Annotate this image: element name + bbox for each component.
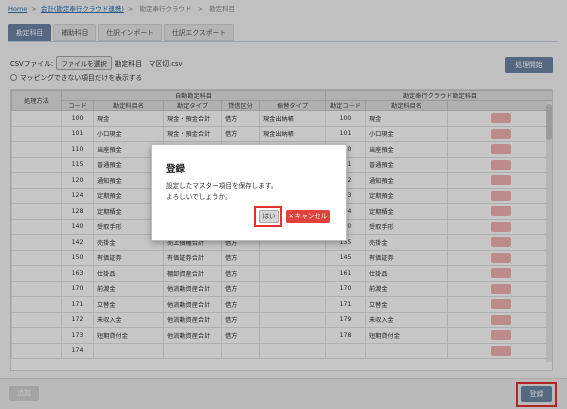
dialog-title: 登録	[166, 164, 186, 175]
dialog-message-line1: 設定したマスター項目を保存します。	[166, 182, 278, 190]
app-frame: Home > 会計(勘定奉行クラウド連携) > 勘定奉行クラウド > 勘定科目 …	[0, 0, 567, 409]
dialog-message: 設定したマスター項目を保存します。 よろしいでしょうか。	[166, 181, 277, 203]
confirm-dialog: 登録 設定したマスター項目を保存します。 よろしいでしょうか。 はい ✕キャンセ…	[151, 144, 347, 241]
close-icon: ✕	[288, 213, 294, 220]
dialog-message-line2: よろしいでしょうか。	[166, 193, 232, 201]
cancel-button-label: キャンセル	[294, 212, 328, 220]
yes-button-highlight	[254, 206, 282, 227]
cancel-button[interactable]: ✕キャンセル	[286, 210, 330, 223]
